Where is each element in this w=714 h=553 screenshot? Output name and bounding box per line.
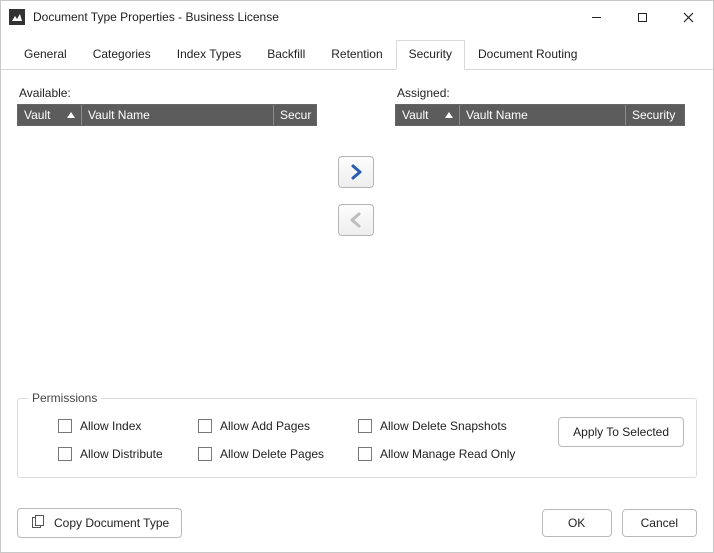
assigned-col-name[interactable]: Vault Name — [460, 105, 626, 125]
app-icon — [9, 9, 25, 25]
allow-delete-snapshots-checkbox[interactable]: Allow Delete Snapshots — [358, 419, 558, 433]
window: Document Type Properties - Business Lice… — [0, 0, 714, 553]
allow-distribute-checkbox[interactable]: Allow Distribute — [58, 447, 198, 461]
close-button[interactable] — [665, 2, 711, 32]
available-panel: Available: Vault Vault Name Secur 1TW-St… — [17, 86, 317, 126]
assign-buttons — [333, 156, 379, 236]
tab-categories[interactable]: Categories — [80, 40, 164, 70]
tab-backfill[interactable]: Backfill — [254, 40, 318, 70]
copy-icon — [30, 515, 46, 531]
tabbar: General Categories Index Types Backfill … — [1, 33, 713, 70]
assigned-grid-header: Vault Vault Name Security — [396, 105, 684, 125]
titlebar: Document Type Properties - Business Lice… — [1, 1, 713, 33]
window-title: Document Type Properties - Business Lice… — [33, 10, 279, 24]
available-title: Available: — [17, 86, 317, 100]
available-col-security[interactable]: Secur — [274, 105, 316, 125]
assigned-panel: Assigned: Vault Vault Name Security — [395, 86, 685, 126]
tab-retention[interactable]: Retention — [318, 40, 395, 70]
sort-asc-icon — [67, 112, 75, 118]
assign-right-button[interactable] — [338, 156, 374, 188]
sort-asc-icon — [445, 112, 453, 118]
assigned-col-security[interactable]: Security — [626, 105, 684, 125]
tab-general[interactable]: General — [11, 40, 80, 70]
assigned-col-vault[interactable]: Vault — [396, 105, 460, 125]
assigned-grid: Vault Vault Name Security — [395, 104, 685, 126]
footer: Copy Document Type OK Cancel — [1, 498, 713, 552]
maximize-button[interactable] — [619, 2, 665, 32]
tab-body: Available: Vault Vault Name Secur 1TW-St… — [1, 70, 713, 498]
minimize-button[interactable] — [573, 2, 619, 32]
permissions-group: Permissions Allow Index Allow Add Pages … — [17, 398, 697, 478]
tab-document-routing[interactable]: Document Routing — [465, 40, 590, 70]
permissions-legend: Permissions — [28, 391, 101, 405]
copy-document-type-button[interactable]: Copy Document Type — [17, 508, 182, 538]
allow-index-checkbox[interactable]: Allow Index — [58, 419, 198, 433]
ok-button[interactable]: OK — [542, 509, 612, 537]
apply-to-selected-button[interactable]: Apply To Selected — [558, 417, 684, 447]
allow-manage-read-only-checkbox[interactable]: Allow Manage Read Only — [358, 447, 558, 461]
available-col-name[interactable]: Vault Name — [82, 105, 274, 125]
available-grid: Vault Vault Name Secur 1TW-StagingSage D… — [17, 104, 317, 126]
allow-add-pages-checkbox[interactable]: Allow Add Pages — [198, 419, 358, 433]
available-col-vault[interactable]: Vault — [18, 105, 82, 125]
assigned-title: Assigned: — [395, 86, 685, 100]
cancel-button[interactable]: Cancel — [622, 509, 697, 537]
available-grid-header: Vault Vault Name Secur — [18, 105, 316, 125]
assign-left-button[interactable] — [338, 204, 374, 236]
tab-index-types[interactable]: Index Types — [164, 40, 255, 70]
tab-security[interactable]: Security — [396, 40, 465, 70]
allow-delete-pages-checkbox[interactable]: Allow Delete Pages — [198, 447, 358, 461]
